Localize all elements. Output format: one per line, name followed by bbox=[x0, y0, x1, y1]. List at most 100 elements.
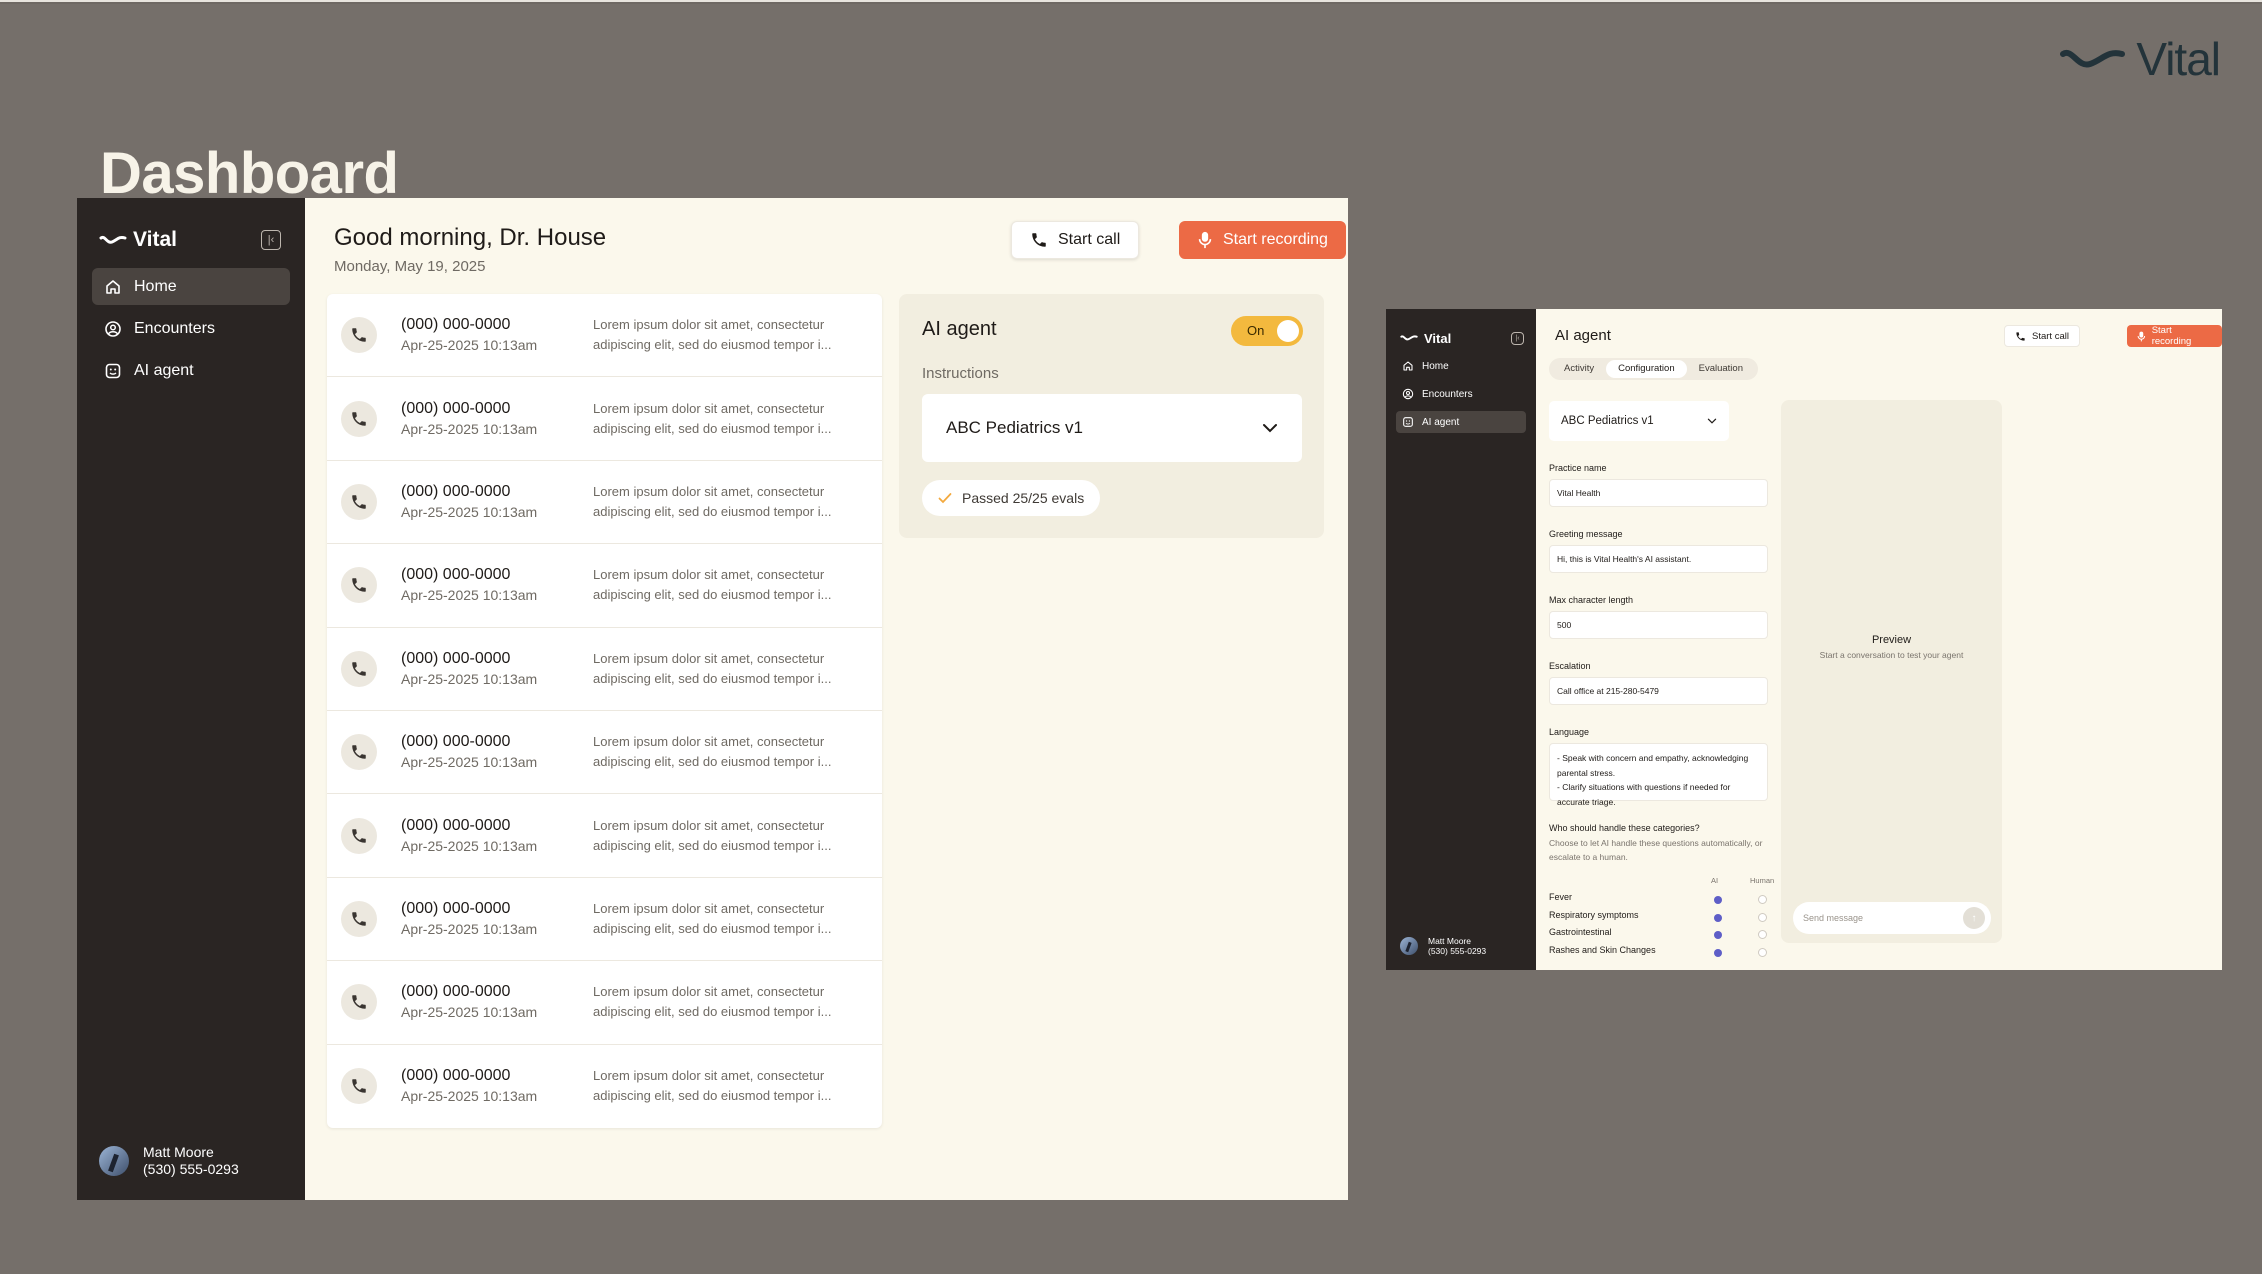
send-icon[interactable]: ↑ bbox=[1963, 907, 1985, 929]
avatar bbox=[99, 1146, 129, 1176]
call-summary: Lorem ipsum dolor sit amet, consectetur bbox=[593, 734, 825, 750]
category-name: Gastrointestinal bbox=[1549, 927, 1612, 937]
vital-wave-icon bbox=[99, 235, 127, 244]
brand-logo: Vital bbox=[2060, 32, 2221, 86]
instructions-label: Instructions bbox=[922, 365, 999, 382]
user-name: Matt Moore bbox=[1428, 936, 1471, 946]
call-summary: adipiscing elit, sed do eiusmod tempor i… bbox=[593, 837, 832, 853]
call-row[interactable]: (000) 000-0000 Apr-25-2025 10:13am Lorem i… bbox=[327, 628, 882, 711]
call-time: Apr-25-2025 10:13am bbox=[401, 754, 538, 771]
radio-human[interactable] bbox=[1758, 895, 1767, 904]
phone-icon bbox=[341, 317, 377, 354]
categories-heading: Who should handle these categories? bbox=[1549, 823, 1700, 833]
sidebar-item-home[interactable]: Home bbox=[92, 268, 290, 305]
radio-human[interactable] bbox=[1758, 930, 1767, 939]
categories-subtitle: Choose to let AI handle these questions … bbox=[1549, 838, 1763, 862]
call-summary: adipiscing elit, sed do eiusmod tempor i… bbox=[593, 587, 832, 603]
ai-agent-toggle[interactable]: On bbox=[1231, 316, 1303, 346]
user-profile[interactable]: Matt Moore (530) 555-0293 bbox=[1400, 936, 1486, 956]
category-name: Respiratory symptoms bbox=[1549, 909, 1639, 920]
call-number: (000) 000-0000 bbox=[401, 482, 511, 500]
escalation-field[interactable]: Call office at 215-280-5479 bbox=[1549, 677, 1768, 705]
sidebar-item-encounters[interactable]: Encounters bbox=[1396, 383, 1526, 405]
call-row[interactable]: (000) 000-0000 Apr-25-2025 10:13am Lorem i… bbox=[327, 377, 882, 461]
radio-ai[interactable] bbox=[1714, 896, 1722, 904]
sidebar: Vital |‹ Home Encounters AI agent Matt M… bbox=[1386, 309, 1536, 970]
call-summary: Lorem ipsum dolor sit amet, consectetur bbox=[593, 650, 825, 666]
sidebar-brand: Vital |‹ bbox=[77, 226, 305, 254]
start-call-button[interactable]: Start call bbox=[1011, 221, 1140, 259]
sidebar-logo[interactable]: Vital bbox=[99, 228, 177, 252]
user-profile[interactable]: Matt Moore (530) 555-0293 bbox=[99, 1144, 239, 1178]
greeting-message-field[interactable]: Hi, this is Vital Health's AI assistant. bbox=[1549, 545, 1768, 573]
collapse-sidebar-icon[interactable]: |‹ bbox=[1511, 331, 1524, 345]
evals-text: Passed 25/25 evals bbox=[962, 490, 1085, 506]
start-call-button[interactable]: Start call bbox=[2004, 325, 2080, 347]
tab-configuration[interactable]: Configuration bbox=[1606, 360, 1687, 378]
user-circle-icon bbox=[1402, 388, 1414, 400]
preview-subtitle: Start a conversation to test your agent bbox=[1819, 650, 1964, 660]
version-select[interactable]: ABC Pediatrics v1 bbox=[1549, 401, 1729, 441]
call-time: Apr-25-2025 10:13am bbox=[401, 420, 538, 437]
tab-evaluation[interactable]: Evaluation bbox=[1687, 360, 1755, 378]
sidebar-item-home[interactable]: Home bbox=[1396, 355, 1526, 377]
current-date: Monday, May 19, 2025 bbox=[334, 258, 486, 275]
call-time: Apr-25-2025 10:13am bbox=[401, 337, 538, 354]
call-row[interactable]: (000) 000-0000 Apr-25-2025 10:13am Lorem i… bbox=[327, 461, 882, 545]
radio-human[interactable] bbox=[1758, 947, 1767, 957]
max-length-field[interactable]: 500 bbox=[1549, 611, 1768, 639]
sidebar-item-label: Encounters bbox=[134, 319, 215, 337]
call-row[interactable]: (000) 000-0000 Apr-25-2025 10:13am Lorem i… bbox=[327, 294, 882, 378]
call-summary: adipiscing elit, sed do eiusmod tempor i… bbox=[593, 920, 832, 936]
dashboard-app: Vital |‹ Home Encounters AI agent Matt M… bbox=[77, 198, 1348, 1200]
message-input[interactable]: Send message ↑ bbox=[1793, 902, 1991, 934]
microphone-icon bbox=[2137, 331, 2146, 341]
column-ai: AI bbox=[1711, 876, 1719, 885]
ai-agent-config-app: Vital |‹ Home Encounters AI agent Matt M… bbox=[1386, 309, 2222, 970]
user-name: Matt Moore bbox=[143, 1144, 214, 1160]
call-row[interactable]: (000) 000-0000 Apr-25-2025 10:13am Lorem i… bbox=[327, 878, 882, 962]
call-row[interactable]: (000) 000-0000 Apr-25-2025 10:13am Lorem i… bbox=[327, 961, 882, 1045]
call-summary: Lorem ipsum dolor sit amet, consectetur bbox=[593, 483, 825, 499]
call-row[interactable]: (000) 000-0000 Apr-25-2025 10:13am Lorem i… bbox=[327, 544, 882, 628]
tab-activity[interactable]: Activity bbox=[1552, 360, 1606, 378]
sidebar-item-encounters[interactable]: Encounters bbox=[92, 310, 290, 347]
radio-ai[interactable] bbox=[1714, 948, 1722, 957]
sidebar-logo[interactable]: Vital bbox=[1400, 331, 1451, 346]
call-summary: adipiscing elit, sed do eiusmod tempor i… bbox=[593, 337, 832, 353]
call-summary: adipiscing elit, sed do eiusmod tempor i… bbox=[593, 670, 832, 686]
instructions-select[interactable]: ABC Pediatrics v1 bbox=[922, 394, 1302, 462]
language-field[interactable]: - Speak with concern and empathy, acknow… bbox=[1549, 743, 1768, 807]
category-row: Rashes and Skin Changes bbox=[1549, 945, 1769, 962]
chevron-down-icon bbox=[1707, 418, 1717, 424]
start-recording-button[interactable]: Start recording bbox=[1179, 221, 1346, 259]
phone-icon bbox=[2016, 331, 2025, 341]
sidebar-item-label: Encounters bbox=[1422, 388, 1473, 400]
radio-ai[interactable] bbox=[1714, 931, 1722, 939]
sidebar-nav: Home Encounters AI agent bbox=[1386, 355, 1536, 433]
sidebar-item-ai-agent[interactable]: AI agent bbox=[1396, 411, 1526, 433]
radio-ai[interactable] bbox=[1714, 913, 1722, 922]
user-phone: (530) 555-0293 bbox=[1428, 946, 1487, 956]
home-icon bbox=[1403, 361, 1413, 371]
radio-human[interactable] bbox=[1758, 912, 1767, 922]
config-content: AI agent Activity Configuration Evaluati… bbox=[1536, 309, 2222, 970]
practice-name-field[interactable]: Vital Health bbox=[1549, 479, 1768, 507]
call-row[interactable]: (000) 000-0000 Apr-25-2025 10:13am Lorem i… bbox=[327, 711, 882, 795]
practice-name-label: Practice name bbox=[1549, 463, 1607, 473]
category-row: Respiratory symptoms bbox=[1549, 910, 1769, 927]
collapse-sidebar-icon[interactable]: |‹ bbox=[261, 230, 281, 250]
config-title: AI agent bbox=[1555, 327, 1611, 344]
call-number: (000) 000-0000 bbox=[401, 816, 511, 834]
call-time: Apr-25-2025 10:13am bbox=[401, 920, 538, 937]
top-border bbox=[0, 0, 2262, 4]
call-row[interactable]: (000) 000-0000 Apr-25-2025 10:13am Lorem i… bbox=[327, 794, 882, 878]
sidebar-item-ai-agent[interactable]: AI agent bbox=[92, 352, 290, 389]
category-row: Gastrointestinal bbox=[1549, 927, 1769, 944]
call-time: Apr-25-2025 10:13am bbox=[401, 1088, 538, 1105]
start-recording-button[interactable]: Start recording bbox=[2127, 325, 2222, 347]
call-summary: adipiscing elit, sed do eiusmod tempor i… bbox=[593, 503, 832, 519]
sidebar-item-label: AI agent bbox=[134, 361, 194, 379]
call-row[interactable]: (000) 000-0000 Apr-25-2025 10:13am Lorem i… bbox=[327, 1045, 882, 1128]
sidebar: Vital |‹ Home Encounters AI agent Matt M… bbox=[77, 198, 305, 1200]
